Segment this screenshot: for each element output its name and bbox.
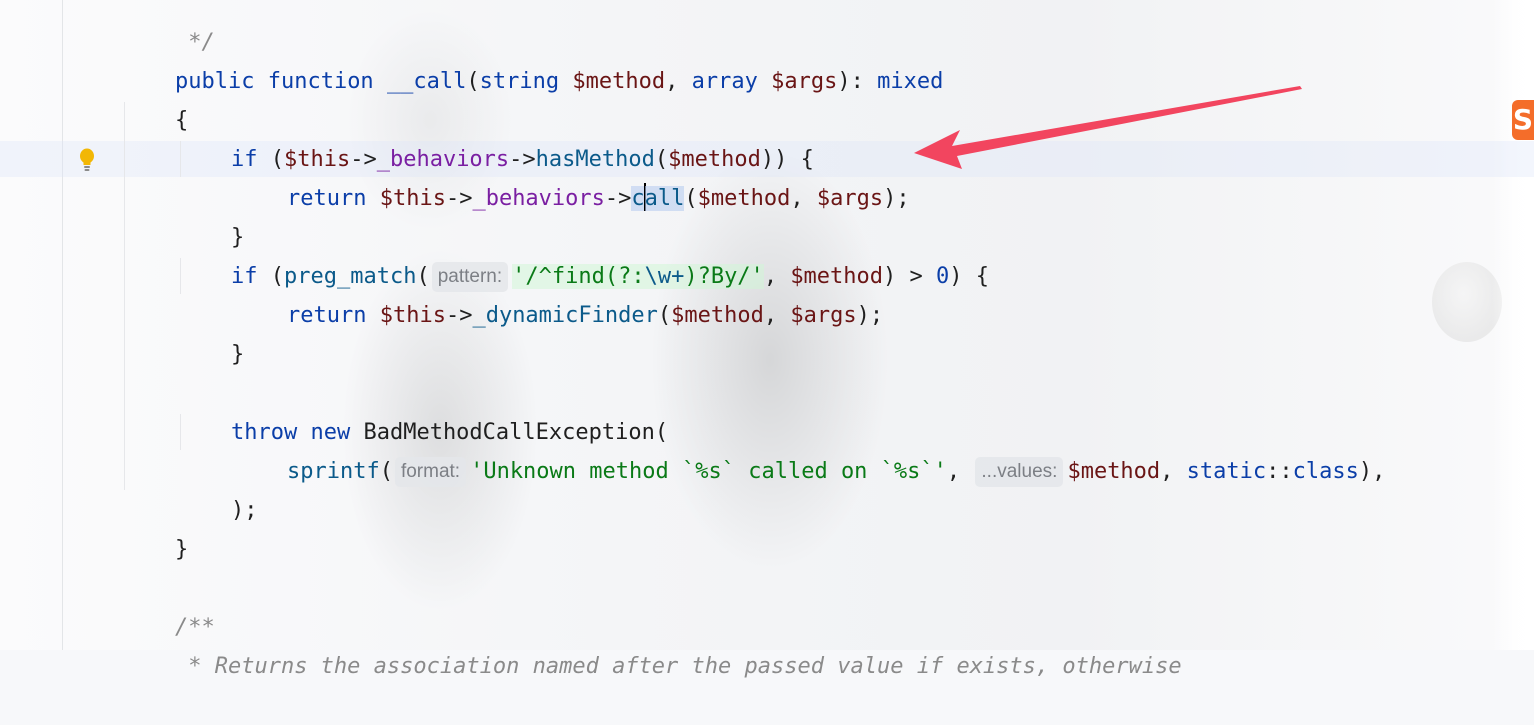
punctuation: ( <box>657 303 672 328</box>
code-line: */ <box>122 0 215 55</box>
method-call-part: c <box>631 186 645 211</box>
punctuation: , <box>790 186 817 211</box>
keyword-class: class <box>1292 459 1359 484</box>
code-line-function-signature: public function __call(string $method, a… <box>122 23 943 94</box>
function-name: __call <box>386 69 467 94</box>
punctuation: , <box>665 69 692 94</box>
method-dynamic-finder: _dynamicFinder <box>472 303 658 328</box>
punctuation: ( <box>466 69 480 94</box>
code-line: } <box>178 179 244 250</box>
format-string: 'Unknown method `%s` called on `%s`' <box>470 459 947 484</box>
code-line: } <box>178 296 244 367</box>
punctuation: ): <box>837 69 878 94</box>
punctuation: , <box>763 303 791 328</box>
code-line-sprintf: sprintf(format: 'Unknown method `%s` call… <box>234 413 1385 487</box>
var-method: $method <box>671 303 764 328</box>
code-line: { <box>122 62 188 133</box>
type-string: string <box>479 69 560 94</box>
keyword-static: static <box>1186 459 1267 484</box>
close-paren: ); <box>230 498 258 523</box>
keyword-return: return <box>286 186 367 211</box>
function-sprintf: sprintf <box>286 459 380 484</box>
punctuation: ) { <box>949 264 990 289</box>
punctuation: ); <box>856 303 884 328</box>
var-args: $args <box>816 186 884 211</box>
code-line-return-call: return $this->_behaviors->call($method, … <box>234 140 910 211</box>
punctuation: , <box>946 459 974 484</box>
scope-operator: :: <box>1266 459 1293 484</box>
parameter-hint-format: format: <box>394 457 467 487</box>
doc-comment-text: * Returns the association named after th… <box>174 654 1182 679</box>
type-array: array <box>691 69 758 94</box>
arrow-operator: -> <box>445 186 473 211</box>
var-method: $method <box>697 186 791 211</box>
code-line-doc-text: * Returns the association named after th… <box>122 608 1181 679</box>
arrow-operator: -> <box>604 186 632 211</box>
close-brace: } <box>174 537 189 562</box>
method-call-part: all <box>644 186 685 211</box>
code-line: } <box>122 491 188 562</box>
annotation-arrow-icon <box>914 86 1302 169</box>
param-args: $args <box>771 69 838 94</box>
code-line-if-hasmethod: if ($this->_behaviors->hasMethod($method… <box>178 101 814 172</box>
keyword-function: function <box>267 69 374 94</box>
code-line-throw: throw new BadMethodCallException( <box>178 374 668 445</box>
punctuation: ) > <box>883 264 937 289</box>
var-method: $method <box>1067 459 1161 484</box>
arrow-operator: -> <box>445 303 473 328</box>
punctuation: ); <box>883 186 910 211</box>
var-this: $this <box>379 186 446 211</box>
param-method: $method <box>572 69 666 94</box>
var-args: $args <box>790 303 857 328</box>
punctuation: ( <box>379 459 393 484</box>
parameter-hint-values: ...values: <box>975 457 1064 487</box>
keyword-return: return <box>286 303 367 328</box>
stackoverflow-logo-icon: S <box>1512 100 1534 140</box>
var-this: $this <box>379 303 446 328</box>
property-behaviors: _behaviors <box>472 186 605 211</box>
code-line-return-finder: return $this->_dynamicFinder($method, $a… <box>234 257 883 328</box>
code-line: ); <box>178 452 258 523</box>
punctuation: , <box>1160 459 1187 484</box>
punctuation: ( <box>684 186 698 211</box>
close-brace: } <box>230 342 245 367</box>
lightbulb-icon[interactable] <box>78 148 96 172</box>
code-line-doc-open: /** <box>122 569 215 640</box>
punctuation: ), <box>1358 459 1386 484</box>
number-literal: 0 <box>936 264 950 289</box>
code-line-if-preg-match: if (preg_match(pattern: '/^find(?:\w+)?By… <box>178 218 989 292</box>
